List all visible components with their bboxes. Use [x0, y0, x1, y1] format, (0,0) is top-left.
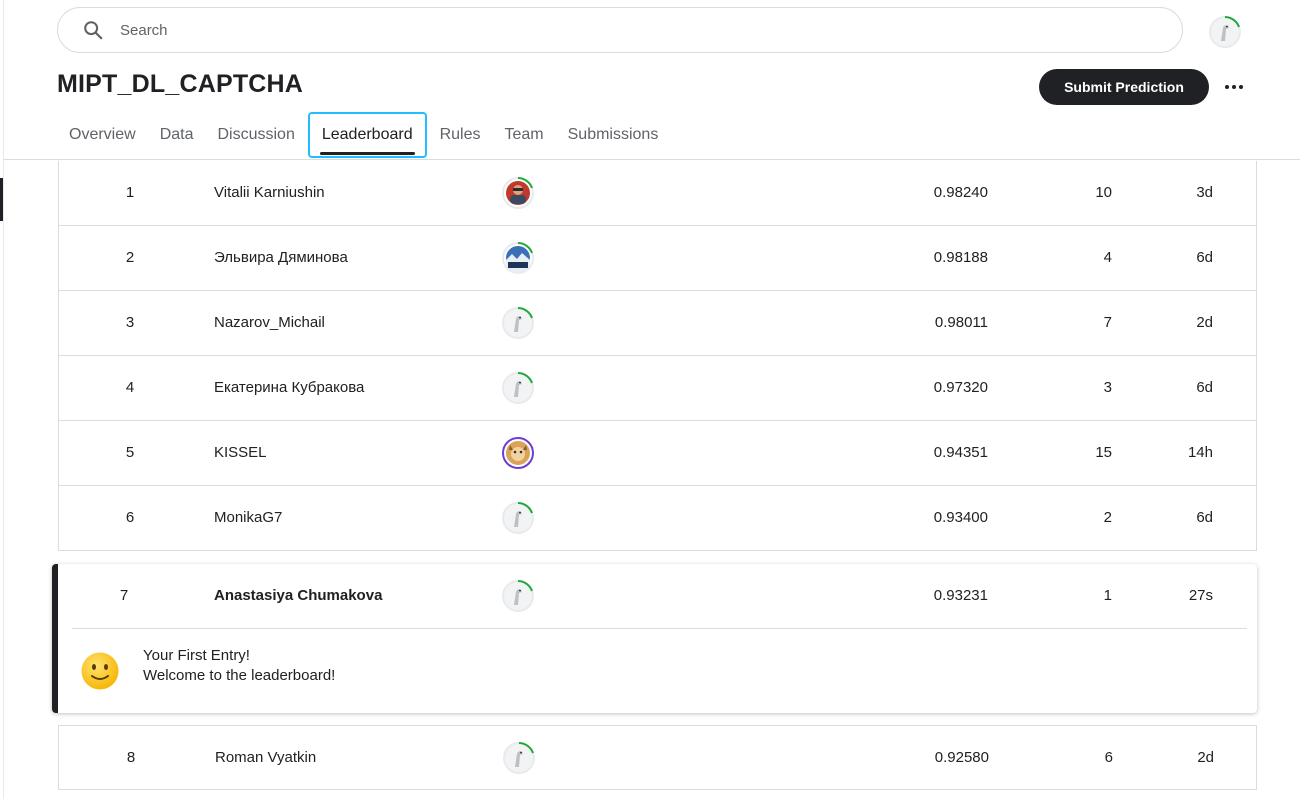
score: 0.94351: [933, 444, 988, 461]
last-submission: 2d: [1197, 749, 1214, 766]
team-name[interactable]: Anastasiya Chumakova: [214, 564, 382, 628]
tab-rules[interactable]: Rules: [428, 112, 493, 158]
header-divider: [3, 159, 1300, 160]
entries: 7: [1103, 314, 1112, 331]
table-row[interactable]: 8 Roman Vyatkin 0.92580 6 2d: [58, 725, 1257, 790]
team-name[interactable]: Nazarov_Michail: [214, 291, 325, 355]
smiley-emoji-icon: [80, 651, 120, 691]
tab-leaderboard[interactable]: Leaderboard: [307, 112, 427, 158]
avatar[interactable]: [500, 435, 536, 471]
team-name[interactable]: KISSEL: [214, 421, 267, 485]
avatar[interactable]: [500, 175, 536, 211]
search-icon: [82, 19, 104, 41]
entries: 6: [1104, 749, 1113, 766]
avatar[interactable]: [501, 740, 537, 776]
welcome-message: Your First Entry! Welcome to the leaderb…: [143, 646, 335, 686]
avatar[interactable]: [500, 370, 536, 406]
entries: 15: [1095, 444, 1112, 461]
last-submission: 2d: [1196, 314, 1213, 331]
tab-submissions[interactable]: Submissions: [556, 112, 671, 158]
entries: 10: [1095, 184, 1112, 201]
last-submission: 6d: [1196, 249, 1213, 266]
rank: 3: [125, 314, 135, 331]
score: 0.97320: [933, 379, 988, 396]
table-row[interactable]: 4 Екатерина Кубракова 0.97320 3 6d: [58, 356, 1257, 421]
team-name[interactable]: Roman Vyatkin: [215, 726, 316, 790]
table-row[interactable]: 3 Nazarov_Michail 0.98011 7 2d: [58, 291, 1257, 356]
table-row[interactable]: 2 Эльвира Дяминова 0.98188 4 6d: [58, 226, 1257, 291]
rank: 2: [125, 249, 135, 266]
team-name[interactable]: MonikaG7: [214, 486, 282, 550]
last-submission: 27s: [1188, 587, 1213, 604]
table-row[interactable]: 6 MonikaG7 0.93400 2 6d: [58, 486, 1257, 551]
message-body: Welcome to the leaderboard!: [143, 667, 336, 684]
last-submission: 14h: [1187, 444, 1213, 461]
score: 0.93231: [933, 587, 988, 604]
message-title: Your First Entry!: [143, 647, 250, 664]
score: 0.98011: [934, 314, 988, 331]
table-row[interactable]: 1 Vitalii Karniushin 0.98240 10 3d: [58, 161, 1257, 226]
tab-bar: Overview Data Discussion Leaderboard Rul…: [57, 112, 670, 158]
tab-team[interactable]: Team: [493, 112, 556, 158]
last-submission: 3d: [1196, 184, 1213, 201]
table-row[interactable]: 5 KISSEL 0.94351 15 14h: [58, 421, 1257, 486]
team-name[interactable]: Эльвира Дяминова: [214, 226, 348, 290]
entry-divider: [72, 628, 1247, 629]
rank: 8: [126, 749, 136, 766]
nav-active-indicator: [0, 178, 3, 221]
tab-overview[interactable]: Overview: [57, 112, 148, 158]
entries: 1: [1103, 587, 1112, 604]
entries: 3: [1103, 379, 1112, 396]
score: 0.92580: [934, 749, 989, 766]
rank: 7: [119, 587, 129, 604]
avatar[interactable]: [500, 578, 536, 614]
current-user-entry: 7 Anastasiya Chumakova 0.93231 1 27s You…: [52, 564, 1257, 713]
avatar[interactable]: [500, 240, 536, 276]
user-avatar[interactable]: [1207, 14, 1243, 50]
team-name[interactable]: Vitalii Karniushin: [214, 161, 325, 225]
entries: 2: [1103, 509, 1112, 526]
current-user-row[interactable]: 7 Anastasiya Chumakova 0.93231 1 27s: [58, 564, 1257, 628]
rank: 4: [125, 379, 135, 396]
rank: 6: [125, 509, 135, 526]
rank: 1: [125, 184, 135, 201]
avatar[interactable]: [500, 500, 536, 536]
tab-data[interactable]: Data: [148, 112, 206, 158]
score: 0.98240: [933, 184, 988, 201]
rank: 5: [125, 444, 135, 461]
team-name[interactable]: Екатерина Кубракова: [214, 356, 364, 420]
search-bar[interactable]: [57, 7, 1183, 53]
submit-prediction-button[interactable]: Submit Prediction: [1039, 69, 1209, 105]
left-rail: [0, 0, 4, 799]
score: 0.98188: [933, 249, 988, 266]
search-input[interactable]: [118, 20, 1022, 40]
last-submission: 6d: [1196, 379, 1213, 396]
more-options-icon[interactable]: [1222, 78, 1246, 96]
last-submission: 6d: [1196, 509, 1213, 526]
entries: 4: [1103, 249, 1112, 266]
score: 0.93400: [933, 509, 988, 526]
page-title: MIPT_DL_CAPTCHA: [57, 70, 304, 98]
tab-discussion[interactable]: Discussion: [205, 112, 306, 158]
avatar[interactable]: [500, 305, 536, 341]
